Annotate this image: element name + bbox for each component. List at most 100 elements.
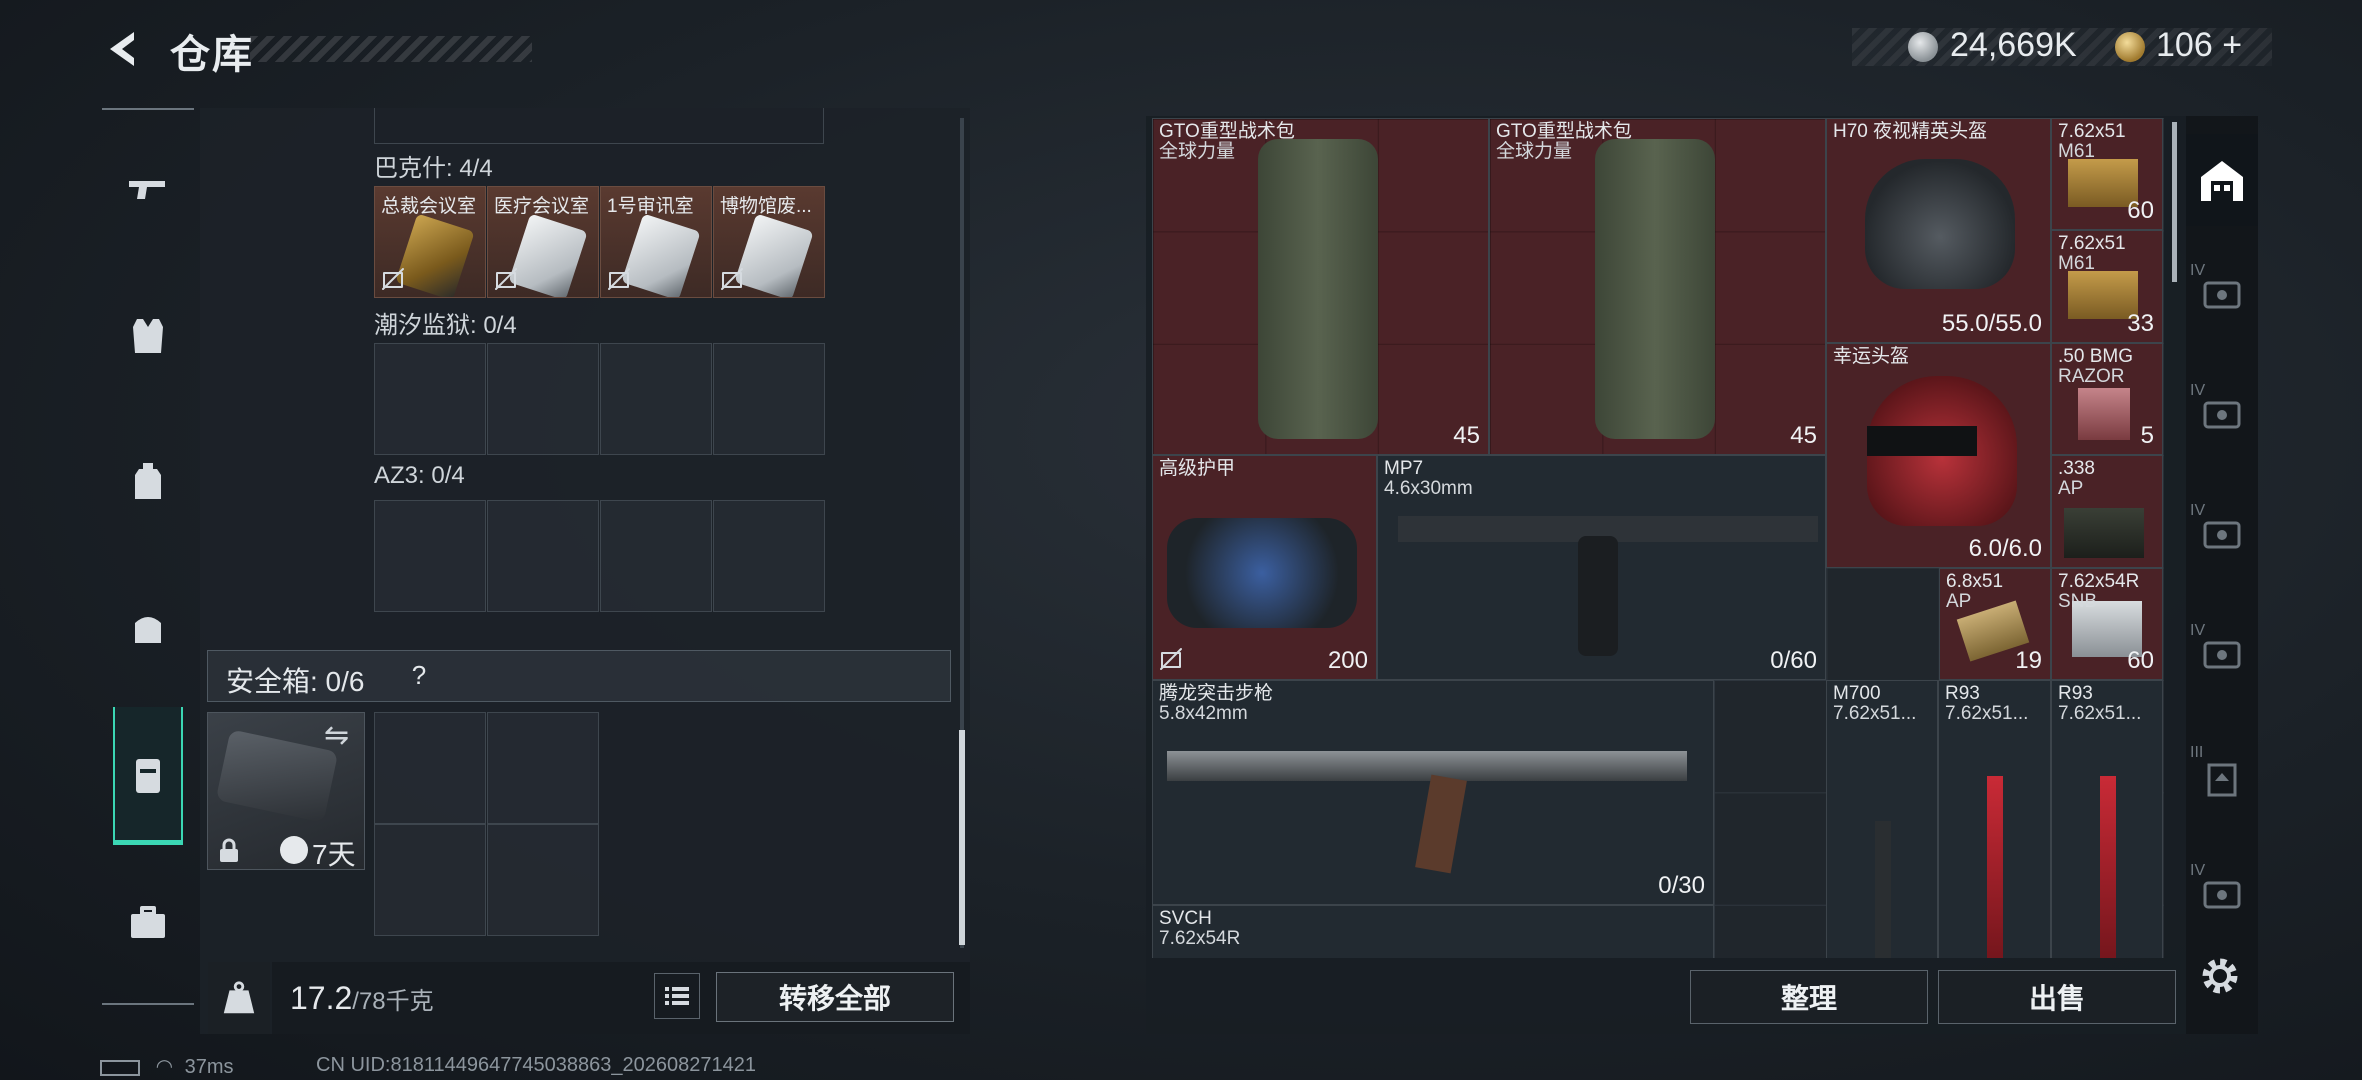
gear-icon[interactable] (2196, 952, 2244, 1000)
stash-scrollbar[interactable] (2172, 122, 2177, 282)
item-capacity: 45 (1453, 422, 1480, 449)
nav-armor[interactable] (112, 300, 184, 372)
stash-item[interactable]: 幸运头盔 6.0/6.0 (1826, 343, 2051, 568)
empty-slot[interactable] (487, 824, 599, 936)
stash-tab-2[interactable]: IV (2190, 262, 2254, 326)
stash-item[interactable]: MP7 4.6x30mm 0/60 (1377, 455, 1826, 680)
silver-amount: 24,669K (1950, 26, 2077, 64)
stash-tab-main[interactable] (2190, 148, 2254, 212)
nav-weapons[interactable] (112, 154, 184, 226)
stash-item[interactable]: 腾龙突击步枪 5.8x42mm 0/30 (1152, 680, 1714, 905)
item-sub: 全球力量 (1159, 141, 1236, 162)
stash-tab-3[interactable]: IV (2190, 382, 2254, 446)
item-name: 7.62x51 (2058, 121, 2126, 142)
list-view-button[interactable] (654, 973, 700, 1019)
empty-slot[interactable] (374, 824, 486, 936)
transfer-all-button[interactable]: 转移全部 (716, 972, 954, 1022)
gold-amount[interactable]: 106 + (2156, 26, 2242, 65)
swap-icon[interactable]: ⇋ (324, 718, 349, 753)
stash-item[interactable]: GTO重型战术包 全球力量 45 (1152, 118, 1489, 455)
empty-slot[interactable] (487, 500, 599, 612)
keycard-item[interactable]: 总裁会议室 (374, 186, 486, 298)
stash-item[interactable]: 高级护甲 200 (1152, 455, 1377, 680)
nav-backpack[interactable] (112, 446, 184, 518)
empty-slot[interactable] (374, 343, 486, 455)
help-icon[interactable]: ? (402, 658, 436, 692)
stash-item[interactable]: 7.62x51 M61 33 (2051, 230, 2163, 343)
stash-item[interactable]: 6.8x51 AP 19 (1939, 568, 2051, 680)
back-button[interactable] (100, 24, 150, 74)
left-scrollbar-thumb[interactable] (959, 730, 965, 945)
tier-label: IV (2190, 262, 2206, 279)
stash-tab-6[interactable]: III (2190, 744, 2254, 808)
keycard-art (395, 213, 475, 297)
safe-label: 安全箱: 0/6 (226, 666, 365, 697)
item-name: 腾龙突击步枪 (1159, 683, 1274, 704)
empty-slot[interactable] (374, 712, 486, 824)
keycard-name: 医疗会议室 (494, 196, 590, 217)
keycard-item[interactable]: 1号审讯室 (600, 186, 712, 298)
gold-coin-icon (2115, 32, 2145, 62)
safe-grid (374, 712, 600, 936)
stash-tab-4[interactable]: IV (2190, 502, 2254, 566)
empty-slot[interactable] (713, 343, 825, 455)
stash-item[interactable]: M700 7.62x51... (1826, 680, 1938, 958)
stash-item[interactable]: H70 夜视精英头盔 55.0/55.0 (1826, 118, 2051, 343)
item-name: 高级护甲 (1159, 458, 1236, 479)
item-name: GTO重型战术包 (1159, 121, 1295, 142)
stash-item[interactable]: SVCH 7.62x54R (1152, 905, 1714, 958)
keycard-row-az3 (374, 500, 826, 612)
item-sub: AP (1946, 591, 1972, 612)
stash-item[interactable]: .338 AP (2051, 455, 2163, 568)
keycard-name: 1号审讯室 (607, 196, 694, 217)
stash-tab-7[interactable]: IV (2190, 862, 2254, 926)
weight-current: 17.2 (290, 980, 353, 1016)
item-sub: 7.62x54R (1159, 928, 1241, 949)
empty-slot[interactable] (600, 343, 712, 455)
empty-slot[interactable] (600, 500, 712, 612)
backpack-tab-icon (2207, 763, 2237, 797)
empty-slot[interactable] (374, 500, 486, 612)
backpack-icon (135, 463, 161, 499)
item-name: 幸运头盔 (1833, 346, 1910, 367)
keycard-item[interactable]: 医疗会议室 (487, 186, 599, 298)
no-transfer-icon (1160, 648, 1182, 670)
stash-item[interactable]: 7.62x54R SNB 60 (2051, 568, 2163, 680)
stash-item[interactable]: GTO重型战术包 全球力量 45 (1489, 118, 1826, 455)
sort-button[interactable]: 整理 (1690, 970, 1928, 1024)
safe-case-icon (136, 759, 160, 793)
item-count: 60 (2127, 647, 2154, 674)
item-count: 19 (2015, 647, 2042, 674)
back-arrow-icon (110, 32, 134, 66)
keycard-item[interactable]: 博物馆废... (713, 186, 825, 298)
item-name: 6.8x51 (1946, 571, 2004, 592)
empty-slot[interactable] (487, 343, 599, 455)
empty-slot[interactable] (713, 500, 825, 612)
item-sub: SNB (2058, 591, 2098, 612)
stash-item[interactable]: .50 BMG RAZOR 5 (2051, 343, 2163, 455)
nav-safe-case[interactable] (112, 740, 184, 812)
sell-button[interactable]: 出售 (1938, 970, 2176, 1024)
nav-chest-rig[interactable] (112, 592, 184, 664)
uid-readout: CN UID:8181144964774503886​3_20260827142… (316, 1054, 757, 1076)
no-transfer-icon (495, 268, 517, 290)
rifle-art (1875, 821, 1891, 958)
item-sub: 7.62x51... (1945, 703, 2029, 724)
stash-item[interactable]: R93 7.62x51... (1938, 680, 2051, 958)
stash-item[interactable]: 7.62x51 M61 60 (2051, 118, 2163, 230)
stash-tab-5[interactable]: IV (2190, 622, 2254, 686)
warehouse-icon (2201, 161, 2243, 201)
tier-label: IV (2190, 862, 2206, 879)
add-gold-icon[interactable]: + (2222, 26, 2242, 64)
item-sub: 4.6x30mm (1384, 478, 1473, 499)
clock-icon (280, 836, 308, 864)
item-name: 7.62x54R (2058, 571, 2140, 592)
stash-item[interactable]: R93 7.62x51... (2051, 680, 2163, 958)
empty-slot[interactable] (487, 712, 599, 824)
title-stripe (250, 36, 532, 62)
nav-briefcase[interactable] (112, 887, 184, 959)
ammo-can-art (2064, 508, 2144, 558)
pistol-icon (129, 181, 165, 199)
weight-icon-box (208, 962, 270, 1034)
group-label-bakshi: 巴克什: 4/4 (374, 155, 493, 182)
